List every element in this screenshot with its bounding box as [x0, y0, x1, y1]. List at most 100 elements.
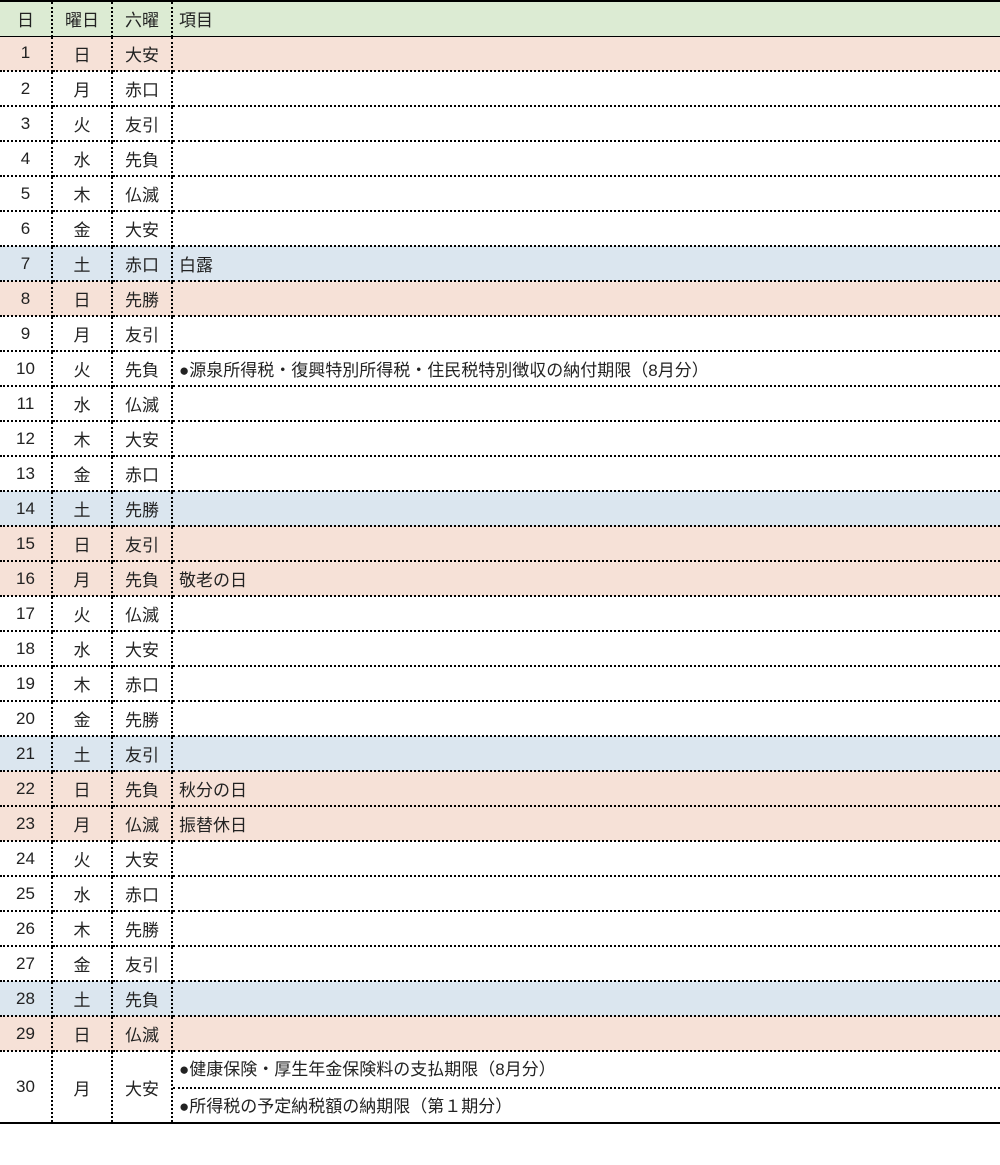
cell-item [172, 841, 1000, 876]
cell-dow: 日 [52, 36, 112, 71]
cell-roku: 友引 [112, 316, 172, 351]
cell-roku: 先負 [112, 561, 172, 596]
cell-roku: 先勝 [112, 491, 172, 526]
cell-day: 23 [0, 806, 52, 841]
cell-dow: 金 [52, 946, 112, 981]
cell-day: 27 [0, 946, 52, 981]
cell-item [172, 71, 1000, 106]
cell-day: 29 [0, 1016, 52, 1051]
cell-item [172, 106, 1000, 141]
cell-roku: 友引 [112, 736, 172, 771]
cell-dow: 火 [52, 596, 112, 631]
cell-dow: 火 [52, 106, 112, 141]
cell-day: 1 [0, 36, 52, 71]
cell-dow: 土 [52, 246, 112, 281]
cell-item [172, 456, 1000, 491]
table-row: 11水仏滅 [0, 386, 1000, 421]
cell-dow: 金 [52, 211, 112, 246]
cell-day: 5 [0, 176, 52, 211]
table-row: 9月友引 [0, 316, 1000, 351]
cell-roku: 先負 [112, 771, 172, 806]
cell-roku: 仏滅 [112, 1016, 172, 1051]
cell-day: 30 [0, 1051, 52, 1123]
table-row: 24火大安 [0, 841, 1000, 876]
cell-item [172, 526, 1000, 561]
cell-day: 2 [0, 71, 52, 106]
cell-day: 7 [0, 246, 52, 281]
cell-roku: 先勝 [112, 911, 172, 946]
table-row: 7土赤口白露 [0, 246, 1000, 281]
cell-roku: 仏滅 [112, 176, 172, 211]
cell-roku: 赤口 [112, 71, 172, 106]
cell-item [172, 386, 1000, 421]
table-row: 17火仏滅 [0, 596, 1000, 631]
cell-day: 6 [0, 211, 52, 246]
cell-roku: 大安 [112, 631, 172, 666]
cell-item [172, 981, 1000, 1016]
table-row: 1日大安 [0, 36, 1000, 71]
table-row: 5木仏滅 [0, 176, 1000, 211]
cell-day: 13 [0, 456, 52, 491]
cell-dow: 月 [52, 806, 112, 841]
cell-dow: 木 [52, 666, 112, 701]
table-row: 3火友引 [0, 106, 1000, 141]
cell-dow: 日 [52, 526, 112, 561]
table-row: 13金赤口 [0, 456, 1000, 491]
cell-item: 秋分の日 [172, 771, 1000, 806]
table-row: 30月大安●健康保険・厚生年金保険料の支払期限（8月分）●所得税の予定納税額の納… [0, 1051, 1000, 1123]
header-dow: 曜日 [52, 1, 112, 36]
item-line: ●健康保険・厚生年金保険料の支払期限（8月分） [173, 1052, 1000, 1087]
cell-item [172, 666, 1000, 701]
cell-dow: 日 [52, 771, 112, 806]
cell-roku: 大安 [112, 36, 172, 71]
cell-item [172, 421, 1000, 456]
cell-roku: 友引 [112, 106, 172, 141]
cell-day: 14 [0, 491, 52, 526]
cell-item: 白露 [172, 246, 1000, 281]
cell-day: 12 [0, 421, 52, 456]
cell-roku: 仏滅 [112, 806, 172, 841]
calendar-table: 日 曜日 六曜 項目 1日大安2月赤口3火友引4水先負5木仏滅6金大安7土赤口白… [0, 0, 1000, 1124]
cell-item [172, 631, 1000, 666]
cell-roku: 赤口 [112, 246, 172, 281]
cell-day: 15 [0, 526, 52, 561]
cell-dow: 水 [52, 631, 112, 666]
cell-roku: 仏滅 [112, 596, 172, 631]
cell-day: 25 [0, 876, 52, 911]
cell-item [172, 596, 1000, 631]
cell-day: 16 [0, 561, 52, 596]
table-row: 19木赤口 [0, 666, 1000, 701]
cell-day: 22 [0, 771, 52, 806]
cell-dow: 金 [52, 456, 112, 491]
item-line: ●所得税の予定納税額の納期限（第１期分） [173, 1087, 1000, 1122]
cell-dow: 月 [52, 561, 112, 596]
table-row: 10火先負●源泉所得税・復興特別所得税・住民税特別徴収の納付期限（8月分） [0, 351, 1000, 386]
cell-roku: 先勝 [112, 701, 172, 736]
cell-item [172, 176, 1000, 211]
cell-item: ●源泉所得税・復興特別所得税・住民税特別徴収の納付期限（8月分） [172, 351, 1000, 386]
cell-roku: 仏滅 [112, 386, 172, 421]
cell-day: 3 [0, 106, 52, 141]
table-row: 29日仏滅 [0, 1016, 1000, 1051]
cell-dow: 水 [52, 386, 112, 421]
cell-item [172, 211, 1000, 246]
cell-roku: 友引 [112, 526, 172, 561]
cell-day: 17 [0, 596, 52, 631]
table-row: 25水赤口 [0, 876, 1000, 911]
cell-dow: 木 [52, 421, 112, 456]
cell-day: 28 [0, 981, 52, 1016]
table-row: 4水先負 [0, 141, 1000, 176]
cell-roku: 先負 [112, 141, 172, 176]
cell-item: ●健康保険・厚生年金保険料の支払期限（8月分）●所得税の予定納税額の納期限（第１… [172, 1051, 1000, 1123]
cell-item [172, 281, 1000, 316]
cell-dow: 月 [52, 316, 112, 351]
cell-item [172, 1016, 1000, 1051]
cell-dow: 月 [52, 71, 112, 106]
cell-roku: 赤口 [112, 876, 172, 911]
table-row: 14土先勝 [0, 491, 1000, 526]
table-header-row: 日 曜日 六曜 項目 [0, 1, 1000, 36]
header-day: 日 [0, 1, 52, 36]
cell-item [172, 141, 1000, 176]
cell-item [172, 911, 1000, 946]
cell-item [172, 491, 1000, 526]
